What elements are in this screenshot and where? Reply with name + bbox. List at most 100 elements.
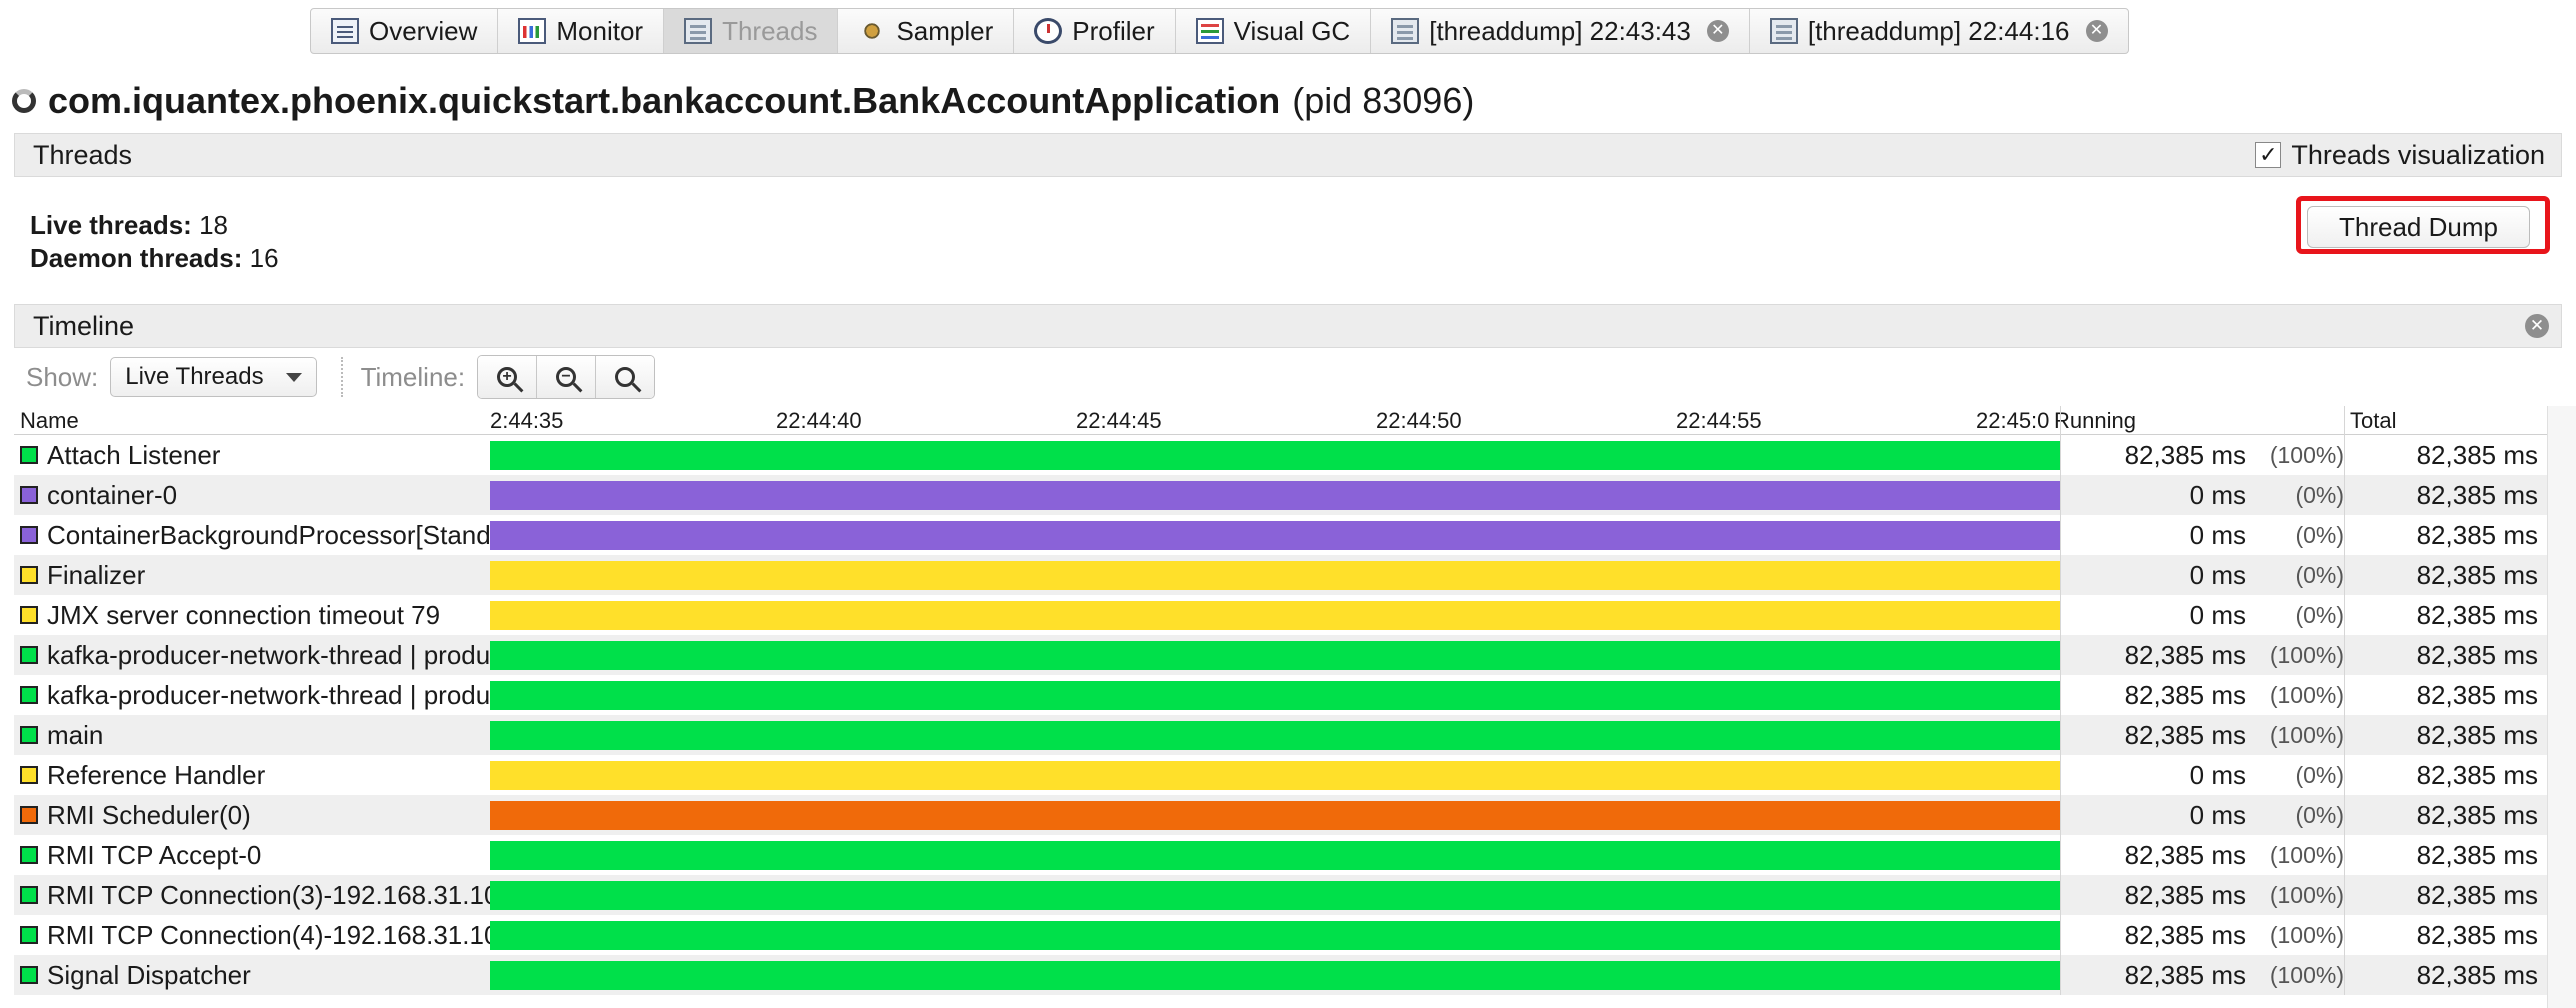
tab-sampler[interactable]: Sampler bbox=[838, 9, 1015, 53]
thread-state-icon bbox=[20, 846, 38, 864]
table-row[interactable]: Finalizer 0 ms (0%) 82,385 ms bbox=[14, 555, 2562, 595]
zoom-out-button[interactable]: − bbox=[537, 356, 597, 398]
running-time: 0 ms bbox=[2189, 800, 2246, 830]
table-row[interactable]: RMI TCP Connection(3)-192.168.31.100 82,3… bbox=[14, 875, 2562, 915]
column-divider bbox=[2060, 406, 2061, 995]
total-time: 82,385 ms bbox=[2416, 680, 2538, 710]
thread-state-icon bbox=[20, 446, 38, 464]
running-time: 82,385 ms bbox=[2124, 880, 2246, 910]
tab-overview[interactable]: Overview bbox=[311, 9, 499, 53]
zoom-fit-icon bbox=[615, 367, 636, 387]
total-time: 82,385 ms bbox=[2416, 520, 2538, 550]
table-row[interactable]: main 82,385 ms (100%) 82,385 ms bbox=[14, 715, 2562, 755]
zoom-controls: + − bbox=[477, 355, 656, 399]
close-icon[interactable]: ✕ bbox=[1706, 20, 1729, 42]
table-row[interactable]: container-0 0 ms (0%) 82,385 ms bbox=[14, 475, 2562, 515]
tab-profiler[interactable]: Profiler bbox=[1014, 9, 1176, 53]
time-tick: 22:44:45 bbox=[1076, 408, 1162, 433]
thread-timeline-bar bbox=[490, 801, 2060, 830]
thread-state-icon bbox=[20, 566, 38, 584]
table-row[interactable]: Signal Dispatcher 82,385 ms (100%) 82,385 m… bbox=[14, 955, 2562, 995]
thread-state-icon bbox=[20, 806, 38, 824]
total-time: 82,385 ms bbox=[2416, 880, 2538, 910]
running-time: 82,385 ms bbox=[2124, 840, 2246, 870]
table-row[interactable]: Attach Listener 82,385 ms (100%) 82,385 ms bbox=[14, 435, 2562, 475]
tab-visual-gc[interactable]: Visual GC bbox=[1176, 9, 1372, 53]
threads-icon bbox=[684, 18, 713, 44]
total-time: 82,385 ms bbox=[2416, 840, 2538, 870]
table-row[interactable]: kafka-producer-network-thread | producer… bbox=[14, 675, 2562, 715]
thread-state-icon bbox=[20, 686, 38, 704]
close-icon[interactable]: ✕ bbox=[2085, 20, 2108, 42]
thread-state-icon bbox=[20, 966, 38, 984]
table-row[interactable]: JMX server connection timeout 79 0 ms (0%)… bbox=[14, 595, 2562, 635]
time-tick: 2:44:35 bbox=[490, 408, 564, 433]
tab-threaddump-2[interactable]: [threaddump] 22:44:16 ✕ bbox=[1750, 9, 2128, 53]
vertical-scrollbar[interactable] bbox=[2547, 406, 2576, 1008]
close-icon[interactable]: ✕ bbox=[2525, 314, 2549, 338]
running-percent: (100%) bbox=[2269, 642, 2344, 668]
timeline-section-header: Timeline ✕ bbox=[14, 304, 2562, 348]
table-row[interactable]: RMI TCP Accept-0 82,385 ms (100%) 82,385 ms bbox=[14, 835, 2562, 875]
thread-timeline-bar bbox=[490, 441, 2060, 470]
running-time: 82,385 ms bbox=[2124, 960, 2246, 990]
thread-name: kafka-producer-network-thread | producer… bbox=[47, 640, 502, 670]
running-time: 0 ms bbox=[2189, 760, 2246, 790]
threads-section-header: Threads ✓ Threads visualization bbox=[14, 133, 2562, 177]
thread-name: Signal Dispatcher bbox=[47, 960, 251, 990]
running-percent: (100%) bbox=[2269, 922, 2344, 948]
running-time: 82,385 ms bbox=[2124, 720, 2246, 750]
thread-state-icon bbox=[20, 606, 38, 624]
thread-timeline-bar bbox=[490, 881, 2060, 910]
spinner-icon bbox=[12, 89, 36, 113]
live-threads-value: 18 bbox=[199, 210, 228, 240]
tab-bar: Overview Monitor Threads Sampler Profile… bbox=[310, 8, 2129, 54]
column-header-total[interactable]: Total bbox=[2350, 408, 2396, 434]
tab-monitor[interactable]: Monitor bbox=[498, 9, 665, 53]
table-row[interactable]: ContainerBackgroundProcessor[StandardEng… bbox=[14, 515, 2562, 555]
show-label: Show: bbox=[26, 361, 99, 392]
thread-name: kafka-producer-network-thread | producer… bbox=[47, 680, 502, 710]
running-percent: (100%) bbox=[2269, 442, 2344, 468]
time-tick: 22:44:55 bbox=[1676, 408, 1762, 433]
time-tick: 22:44:40 bbox=[776, 408, 862, 433]
zoom-in-button[interactable]: + bbox=[478, 356, 538, 398]
running-time: 82,385 ms bbox=[2124, 680, 2246, 710]
show-select-value: Live Threads bbox=[125, 363, 264, 390]
running-percent: (0%) bbox=[2295, 562, 2344, 588]
running-percent: (100%) bbox=[2269, 882, 2344, 908]
thread-name: Reference Handler bbox=[47, 760, 266, 790]
thread-name: RMI TCP Connection(4)-192.168.31.100 bbox=[47, 920, 502, 950]
total-time: 82,385 ms bbox=[2416, 760, 2538, 790]
table-row[interactable]: RMI Scheduler(0) 0 ms (0%) 82,385 ms bbox=[14, 795, 2562, 835]
show-select[interactable]: Live Threads bbox=[110, 357, 317, 397]
thread-timeline-bar bbox=[490, 521, 2060, 550]
tab-threaddump-1[interactable]: [threaddump] 22:43:43 ✕ bbox=[1371, 9, 1750, 53]
highlight-annotation bbox=[2296, 196, 2550, 254]
tab-threads[interactable]: Threads bbox=[664, 9, 839, 53]
threaddump-icon bbox=[1391, 18, 1420, 44]
threads-table: Name 2:44:35 22:44:40 22:44:45 22:44:50 … bbox=[14, 406, 2562, 995]
timeline-toolbar: Show: Live Threads Timeline: + − bbox=[14, 352, 2562, 402]
thread-timeline-bar bbox=[490, 561, 2060, 590]
table-row[interactable]: kafka-producer-network-thread | producer… bbox=[14, 635, 2562, 675]
thread-timeline-bar bbox=[490, 601, 2060, 630]
column-header-name[interactable]: Name bbox=[20, 408, 79, 434]
thread-timeline-bar bbox=[490, 681, 2060, 710]
running-percent: (0%) bbox=[2295, 762, 2344, 788]
table-row[interactable]: Reference Handler 0 ms (0%) 82,385 ms bbox=[14, 755, 2562, 795]
thread-name: RMI Scheduler(0) bbox=[47, 800, 251, 830]
threads-visualization-checkbox[interactable]: ✓ bbox=[2255, 142, 2282, 168]
running-time: 0 ms bbox=[2189, 520, 2246, 550]
thread-name: Finalizer bbox=[47, 560, 146, 590]
zoom-fit-button[interactable] bbox=[596, 356, 655, 398]
time-tick: 22:44:50 bbox=[1376, 408, 1462, 433]
threads-visualization-toggle[interactable]: ✓ Threads visualization bbox=[2255, 140, 2545, 171]
thread-timeline-bar bbox=[490, 481, 2060, 510]
total-time: 82,385 ms bbox=[2416, 560, 2538, 590]
running-percent: (100%) bbox=[2269, 722, 2344, 748]
running-percent: (100%) bbox=[2269, 962, 2344, 988]
column-divider bbox=[2344, 406, 2345, 995]
column-header-running[interactable]: Running bbox=[2054, 408, 2136, 434]
table-row[interactable]: RMI TCP Connection(4)-192.168.31.100 82,3… bbox=[14, 915, 2562, 955]
